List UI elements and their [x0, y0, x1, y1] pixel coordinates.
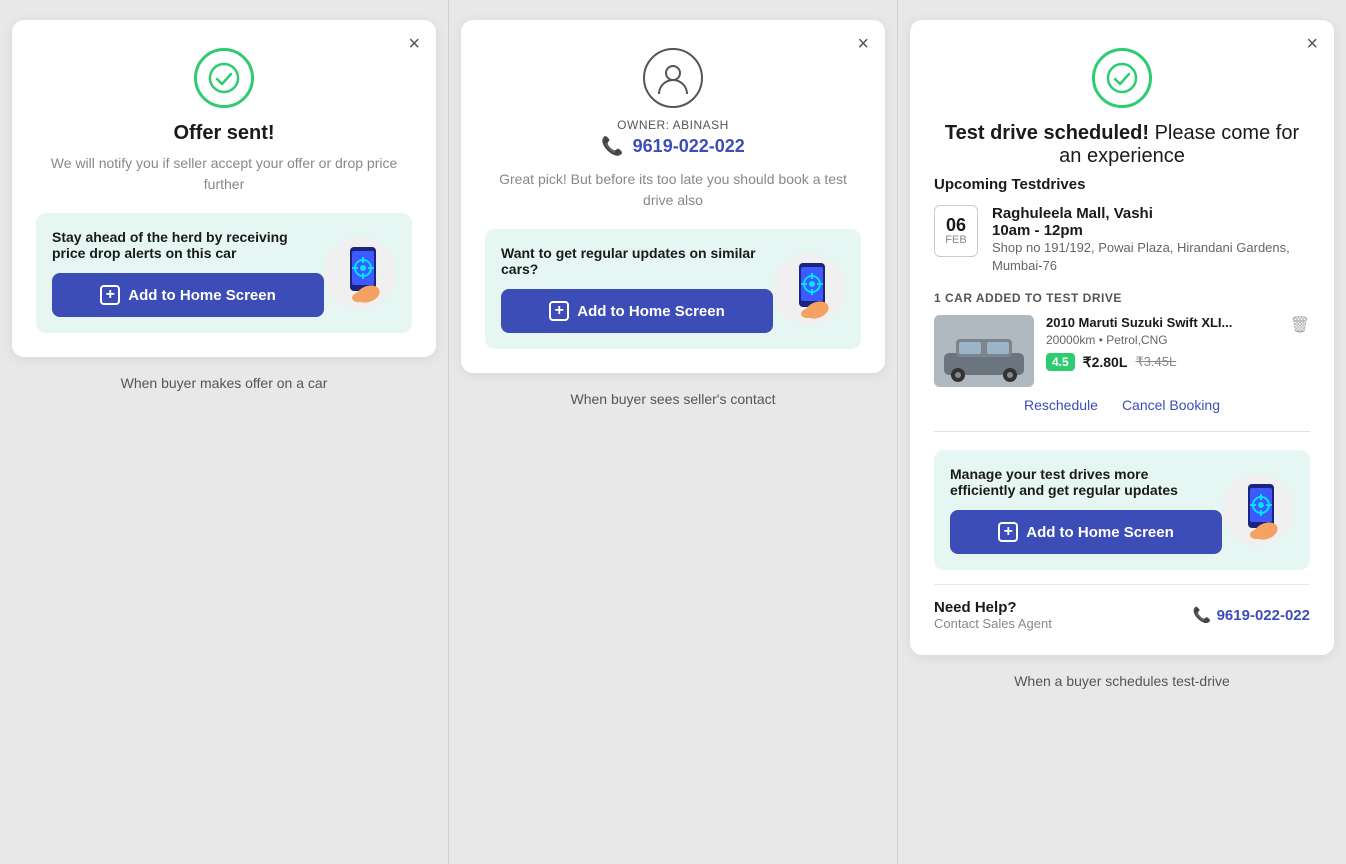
banner-text: Want to get regular updates on similar c… [501, 245, 761, 277]
bottom-label: When buyer sees seller's contact [563, 391, 784, 407]
testdrive-day: 06 [946, 216, 966, 234]
testdrive-month: FEB [945, 234, 966, 246]
need-help-row: Need Help? Contact Sales Agent 📞 9619-02… [934, 584, 1310, 631]
body-text: Great pick! But before its too late you … [485, 169, 861, 211]
alert-banner: Manage your test drives more efficiently… [934, 450, 1310, 570]
need-help-title: Need Help? [934, 599, 1052, 616]
need-help-subtitle: Contact Sales Agent [934, 616, 1052, 631]
add-to-homescreen-button[interactable]: + Add to Home Screen [950, 510, 1222, 554]
close-button[interactable]: × [857, 34, 869, 54]
card-title: Test drive scheduled! Please come for an… [934, 122, 1310, 168]
delete-icon[interactable]: 🗑 [1290, 315, 1310, 335]
upcoming-label: Upcoming Testdrives [934, 176, 1310, 193]
bottom-label: When a buyer schedules test-drive [1006, 673, 1238, 689]
plus-icon: + [998, 522, 1018, 542]
cancel-booking-link[interactable]: Cancel Booking [1122, 397, 1220, 413]
rating-badge: 4.5 [1046, 353, 1075, 371]
plus-icon: + [549, 301, 569, 321]
card-subtitle: We will notify you if seller accept your… [36, 153, 412, 195]
success-icon [194, 48, 254, 108]
need-help-info: Need Help? Contact Sales Agent [934, 599, 1052, 631]
add-btn-label: Add to Home Screen [1026, 524, 1174, 541]
owner-avatar [643, 48, 703, 108]
add-btn-label: Add to Home Screen [128, 287, 276, 304]
owner-label: OWNER: ABINASH [485, 118, 861, 132]
offer-sent-card: × Offer sent! We will notify you if sell… [12, 20, 436, 357]
testdrive-info: Raghuleela Mall, Vashi 10am - 12pm Shop … [992, 205, 1310, 275]
phone-illustration [324, 237, 396, 309]
phone-icon: 📞 [1193, 606, 1212, 624]
phone-number: 9619-022-022 [1217, 607, 1310, 624]
panel-offer-sent: × Offer sent! We will notify you if sell… [0, 0, 449, 864]
actions-row: Reschedule Cancel Booking [934, 397, 1310, 413]
car-price: ₹2.80L [1083, 354, 1128, 371]
add-to-homescreen-button[interactable]: + Add to Home Screen [501, 289, 773, 333]
car-price-row: 4.5 ₹2.80L ₹3.45L [1046, 353, 1278, 371]
car-price-old: ₹3.45L [1135, 354, 1176, 370]
testdrive-address: Shop no 191/192, Powai Plaza, Hirandani … [992, 239, 1310, 275]
close-button[interactable]: × [408, 34, 420, 54]
car-name: 2010 Maruti Suzuki Swift XLI... [1046, 315, 1278, 330]
car-meta: 20000km • Petrol,CNG [1046, 333, 1278, 347]
plus-icon: + [100, 285, 120, 305]
bottom-label: When buyer makes offer on a car [113, 375, 336, 391]
add-btn-label: Add to Home Screen [577, 303, 725, 320]
page-wrapper: × Offer sent! We will notify you if sell… [0, 0, 1346, 864]
date-box: 06 FEB [934, 205, 978, 257]
add-to-homescreen-button[interactable]: + Add to Home Screen [52, 273, 324, 317]
car-image [934, 315, 1034, 387]
venue-name: Raghuleela Mall, Vashi [992, 205, 1310, 222]
alert-banner: Want to get regular updates on similar c… [485, 229, 861, 349]
card-title: Offer sent! [36, 122, 412, 145]
phone-icon: 📞 [601, 136, 623, 156]
testdrive-entry: 06 FEB Raghuleela Mall, Vashi 10am - 12p… [934, 205, 1310, 275]
title-bold: Test drive scheduled! [945, 122, 1149, 144]
owner-phone: 📞 9619-022-022 [485, 136, 861, 157]
banner-text: Stay ahead of the herd by receiving pric… [52, 229, 312, 261]
close-button[interactable]: × [1306, 34, 1318, 54]
banner-text: Manage your test drives more efficiently… [950, 466, 1210, 498]
car-details: 2010 Maruti Suzuki Swift XLI... 20000km … [1046, 315, 1278, 371]
need-help-phone[interactable]: 📞 9619-022-022 [1193, 606, 1310, 624]
panel-test-drive: × Test drive scheduled! Please come for … [898, 0, 1346, 864]
phone-illustration [773, 253, 845, 325]
test-drive-card: × Test drive scheduled! Please come for … [910, 20, 1334, 655]
panel-seller-contact: × OWNER: ABINASH 📞 9619-022-022 Great pi… [449, 0, 898, 864]
testdrive-time: 10am - 12pm [992, 222, 1310, 239]
car-item: 2010 Maruti Suzuki Swift XLI... 20000km … [934, 315, 1310, 387]
reschedule-link[interactable]: Reschedule [1024, 397, 1098, 413]
car-added-label: 1 CAR ADDED TO TEST DRIVE [934, 291, 1310, 305]
alert-banner: Stay ahead of the herd by receiving pric… [36, 213, 412, 333]
seller-contact-card: × OWNER: ABINASH 📞 9619-022-022 Great pi… [461, 20, 885, 373]
success-icon [1092, 48, 1152, 108]
phone-illustration [1222, 474, 1294, 546]
